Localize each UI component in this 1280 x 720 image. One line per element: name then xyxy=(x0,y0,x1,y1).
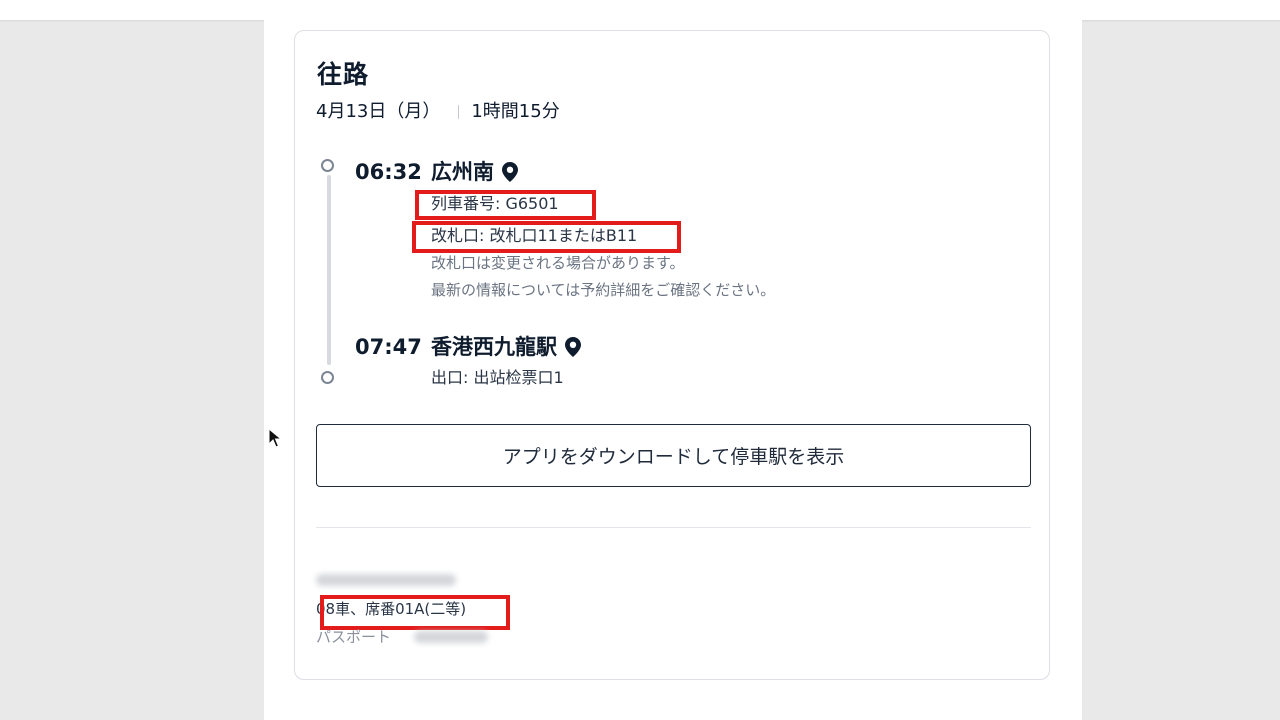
booking-details-note: 最新の情報については予約詳細をご確認ください。 xyxy=(431,281,776,299)
departure-station[interactable]: 広州南 xyxy=(431,158,518,186)
trip-duration: 1時間15分 xyxy=(471,101,560,122)
timeline-end-dot xyxy=(321,371,334,384)
trip-date-row: 4月13日（月） 1時間15分 xyxy=(316,99,560,125)
arrival-station-name: 香港西九龍駅 xyxy=(431,335,557,359)
arrival-exit: 出口: 出站检票口1 xyxy=(431,368,564,387)
highlight-box-train-number xyxy=(415,190,596,220)
arrival-station[interactable]: 香港西九龍駅 xyxy=(431,333,581,361)
highlight-box-gate xyxy=(412,221,681,253)
mouse-cursor-icon xyxy=(268,427,283,452)
departure-time: 06:32 xyxy=(355,160,422,184)
top-bar xyxy=(0,0,1280,20)
section-divider xyxy=(316,527,1031,528)
section-title: 往路 xyxy=(317,60,370,89)
highlight-box-seat xyxy=(320,595,510,630)
passport-label: パスポート xyxy=(316,628,392,646)
arrival-time: 07:47 xyxy=(355,335,422,359)
gate-change-note: 改札口は変更される場合があります。 xyxy=(431,254,685,272)
passport-number-redacted xyxy=(414,631,488,643)
location-pin-icon[interactable] xyxy=(565,337,581,357)
date-separator xyxy=(458,105,460,119)
location-pin-icon[interactable] xyxy=(502,162,518,182)
timeline-start-dot xyxy=(321,159,334,172)
passenger-name-redacted xyxy=(316,574,456,586)
departure-station-name: 広州南 xyxy=(431,160,494,184)
download-app-button[interactable]: アプリをダウンロードして停車駅を表示 xyxy=(316,424,1031,487)
trip-date: 4月13日（月） xyxy=(316,101,441,122)
timeline-line xyxy=(327,175,331,365)
